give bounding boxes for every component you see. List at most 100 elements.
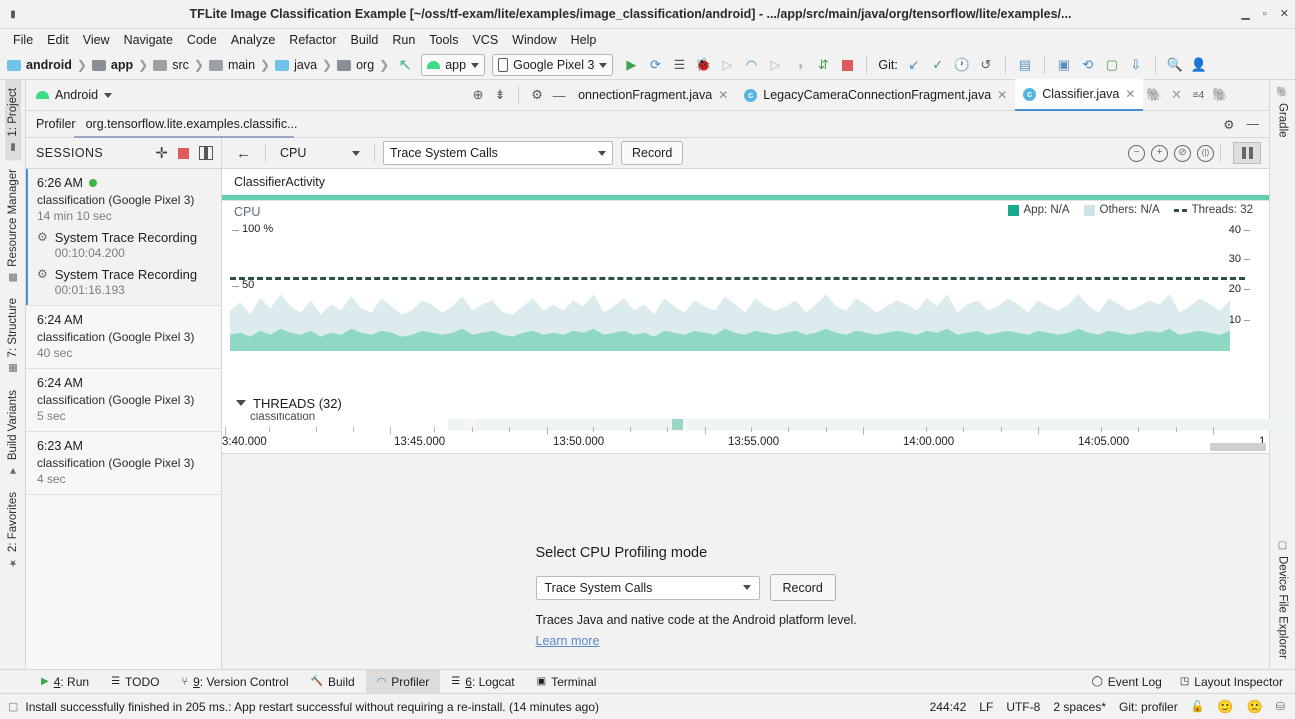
layout-inspector-icon[interactable]: ▢ (1100, 54, 1124, 76)
menu-refactor[interactable]: Refactor (282, 31, 343, 49)
debug-icon[interactable]: 🐞 (691, 54, 715, 76)
git-update-icon[interactable]: ↙ (902, 54, 926, 76)
timeline-axis[interactable]: 3:40.000 13:45.000 13:50.000 (222, 427, 1269, 454)
profiling-mode-select[interactable]: Trace System Calls (536, 576, 760, 600)
profile-avatar-icon[interactable]: 👤 (1187, 54, 1211, 76)
stage-selector[interactable]: CPU (274, 142, 366, 164)
profiler-process-label[interactable]: org.tensorflow.lite.examples.classific..… (86, 117, 298, 131)
gear-icon[interactable]: ⚙ (526, 80, 548, 110)
editor-tab-1[interactable]: c LegacyCameraConnectionFragment.java ✕ (736, 80, 1015, 110)
hide-icon[interactable]: — (1247, 117, 1260, 131)
menu-analyze[interactable]: Analyze (224, 31, 282, 49)
attach-process-icon[interactable]: ⇵ (811, 54, 835, 76)
tool-window-logcat[interactable]: ☰ 6: Logcat (440, 670, 525, 693)
close-icon[interactable]: ✕ (1165, 80, 1187, 110)
breadcrumb-java[interactable]: java (274, 58, 318, 72)
stop-icon[interactable] (835, 54, 859, 76)
collapse-panel-icon[interactable] (199, 146, 213, 160)
tool-window-version-control[interactable]: ⑂ 9: Version Control (171, 670, 300, 693)
indent-setting[interactable]: 2 spaces* (1053, 700, 1106, 714)
profile-icon[interactable]: ◠ (739, 54, 763, 76)
zoom-out-icon[interactable]: − (1128, 145, 1145, 162)
recording-config-selector[interactable]: Trace System Calls (383, 141, 613, 165)
menu-code[interactable]: Code (180, 31, 224, 49)
device-selector[interactable]: Google Pixel 3 (492, 54, 613, 76)
sidebar-item-structure[interactable]: ▦ 7: Structure (5, 290, 21, 381)
tool-window-layout-inspector[interactable]: ◳ Layout Inspector (1180, 670, 1283, 693)
breadcrumb-main[interactable]: main (208, 58, 256, 72)
close-icon[interactable]: ✕ (997, 88, 1007, 102)
gradle-sync-icon[interactable]: ⟲ (1076, 54, 1100, 76)
sidebar-item-project[interactable]: ▮ 1: Project (5, 80, 21, 161)
maximize-icon[interactable]: ▫ (1263, 9, 1267, 20)
breadcrumb-org[interactable]: org (336, 58, 375, 72)
window-controls[interactable]: ▁ ▫ ✕ (1241, 0, 1289, 28)
avd-manager-icon[interactable]: ▣ (1052, 54, 1076, 76)
search-icon[interactable]: 🔍 (1163, 54, 1187, 76)
close-icon[interactable]: ✕ (718, 88, 728, 102)
menu-help[interactable]: Help (564, 31, 604, 49)
breadcrumb-app[interactable]: app (91, 58, 134, 72)
android-view-selector[interactable]: Android (26, 80, 122, 110)
locate-icon[interactable]: ⊕ (467, 80, 489, 110)
file-encoding[interactable]: UTF-8 (1006, 700, 1040, 714)
cpu-monitor[interactable]: ClassifierActivity CPU 100 % 50 (222, 169, 1269, 393)
timeline-scrollbar-thumb[interactable] (1210, 443, 1266, 451)
threads-header[interactable]: THREADS (32) (222, 393, 1269, 413)
menu-view[interactable]: View (76, 31, 117, 49)
zoom-to-fit-icon[interactable]: (|) (1197, 145, 1214, 162)
tool-window-profiler[interactable]: ◠ Profiler (366, 670, 441, 693)
download-icon[interactable]: ⇩ (1124, 54, 1148, 76)
tool-window-terminal[interactable]: ▣ Terminal (526, 670, 608, 693)
zoom-in-icon[interactable]: + (1151, 145, 1168, 162)
menu-bar[interactable]: File Edit View Navigate Code Analyze Ref… (0, 29, 1295, 51)
minimize-icon[interactable]: ▁ (1241, 9, 1249, 20)
menu-build[interactable]: Build (344, 31, 386, 49)
apply-changes-icon[interactable]: ⟳ (643, 54, 667, 76)
sidebar-item-build-variants[interactable]: ▼ Build Variants (5, 382, 21, 484)
sdk-manager-icon[interactable]: ▤ (1013, 54, 1037, 76)
apply-code-changes-icon[interactable]: ☰ (667, 54, 691, 76)
sidebar-item-device-file-explorer[interactable]: ▢ Device File Explorer (1275, 532, 1291, 669)
record-button-center[interactable]: Record (770, 574, 836, 601)
sidebar-item-resource-manager[interactable]: ▩ Resource Manager (5, 161, 21, 291)
sidebar-item-gradle[interactable]: 🐘 Gradle (1275, 80, 1291, 146)
recording-item-0[interactable]: ⚙ System Trace Recording 00:10:04.200 (37, 230, 211, 260)
run-configuration-selector[interactable]: app (421, 54, 485, 76)
memory-indicator-icon[interactable]: ⛁ (1276, 700, 1285, 713)
back-button[interactable]: ← (230, 145, 257, 162)
gear-icon[interactable]: ⚙ (1223, 117, 1234, 132)
run-icon[interactable]: ▶ (619, 54, 643, 76)
gradle-elephant-icon[interactable]: 🐘 (1209, 80, 1231, 110)
editor-tab-0[interactable]: onnectionFragment.java ✕ (570, 80, 736, 110)
menu-vcs[interactable]: VCS (465, 31, 505, 49)
menu-run[interactable]: Run (385, 31, 422, 49)
status-message[interactable]: Install successfully finished in 205 ms.… (25, 700, 599, 714)
add-session-icon[interactable]: ✛ (155, 146, 168, 161)
git-commit-icon[interactable]: ✓ (926, 54, 950, 76)
session-item-0[interactable]: 6:26 AM classification (Google Pixel 3) … (26, 169, 221, 306)
tool-window-event-log[interactable]: ◯ Event Log (1092, 670, 1162, 693)
tool-window-run[interactable]: ▶ 4: Run (30, 670, 100, 693)
record-button[interactable]: Record (621, 141, 683, 165)
tab-list-icon[interactable]: ≡4 (1187, 80, 1209, 110)
debug-step-icon[interactable]: ◑ (787, 54, 811, 76)
git-revert-icon[interactable]: ↺ (974, 54, 998, 76)
editor-tab-2[interactable]: c Classifier.java ✕ (1015, 79, 1143, 111)
menu-tools[interactable]: Tools (422, 31, 465, 49)
sidebar-item-favorites[interactable]: ★ 2: Favorites (5, 484, 21, 576)
menu-file[interactable]: File (6, 31, 40, 49)
menu-edit[interactable]: Edit (40, 31, 76, 49)
menu-navigate[interactable]: Navigate (117, 31, 180, 49)
git-branch[interactable]: Git: profiler (1119, 700, 1178, 714)
lock-icon[interactable]: 🔓 (1191, 700, 1205, 713)
session-item-1[interactable]: 6:24 AM classification (Google Pixel 3) … (26, 306, 221, 369)
run-with-coverage-icon[interactable]: ▷ (763, 54, 787, 76)
session-item-3[interactable]: 6:23 AM classification (Google Pixel 3) … (26, 432, 221, 495)
gradle-elephant-icon[interactable]: 🐘 (1143, 80, 1165, 110)
menu-window[interactable]: Window (505, 31, 563, 49)
hide-icon[interactable]: — (548, 80, 570, 110)
close-icon[interactable]: ✕ (1280, 9, 1289, 20)
tool-window-build[interactable]: 🔨 Build (300, 670, 366, 693)
close-icon[interactable]: ✕ (1125, 87, 1135, 101)
